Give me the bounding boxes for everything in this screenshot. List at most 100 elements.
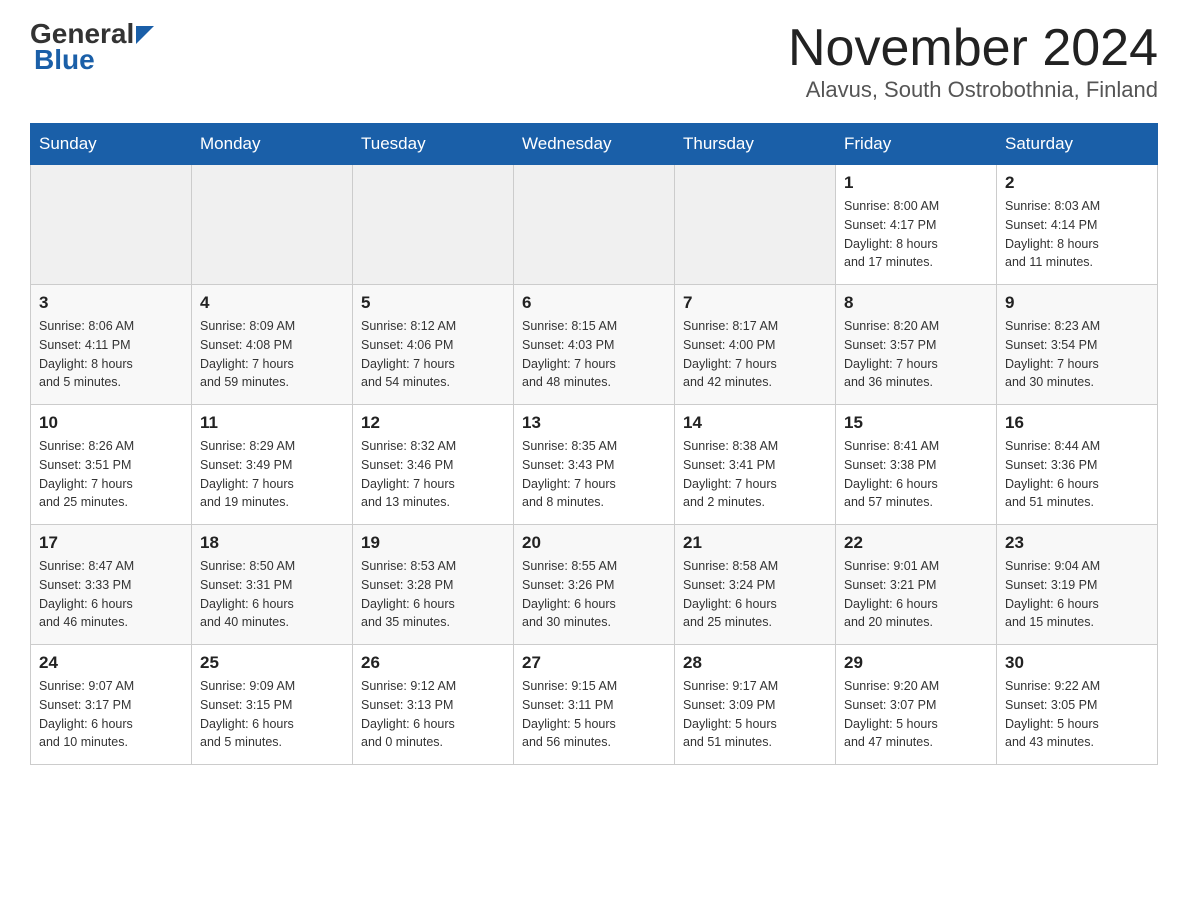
day-number: 14: [683, 413, 827, 433]
calendar-week-row: 10 Sunrise: 8:26 AM Sunset: 3:51 PM Dayli…: [31, 405, 1158, 525]
calendar-cell: 15 Sunrise: 8:41 AM Sunset: 3:38 PM Dayli…: [836, 405, 997, 525]
day-info: Sunrise: 8:38 AM Sunset: 3:41 PM Dayligh…: [683, 437, 827, 512]
day-info: Sunrise: 8:15 AM Sunset: 4:03 PM Dayligh…: [522, 317, 666, 392]
calendar-cell: 28 Sunrise: 9:17 AM Sunset: 3:09 PM Dayli…: [675, 645, 836, 765]
calendar-week-row: 1 Sunrise: 8:00 AM Sunset: 4:17 PM Daylig…: [31, 165, 1158, 285]
day-number: 1: [844, 173, 988, 193]
calendar-cell: 3 Sunrise: 8:06 AM Sunset: 4:11 PM Daylig…: [31, 285, 192, 405]
logo-blue: Blue: [34, 44, 95, 76]
calendar-cell: 26Sunrise: 9:12 AM Sunset: 3:13 PM Dayli…: [353, 645, 514, 765]
day-number: 5: [361, 293, 505, 313]
day-number: 2: [1005, 173, 1149, 193]
day-number: 10: [39, 413, 183, 433]
calendar-cell: 23 Sunrise: 9:04 AM Sunset: 3:19 PM Dayli…: [997, 525, 1158, 645]
day-info: Sunrise: 8:23 AM Sunset: 3:54 PM Dayligh…: [1005, 317, 1149, 392]
calendar-cell: [675, 165, 836, 285]
day-info: Sunrise: 8:12 AM Sunset: 4:06 PM Dayligh…: [361, 317, 505, 392]
day-number: 28: [683, 653, 827, 673]
calendar-cell: 11 Sunrise: 8:29 AM Sunset: 3:49 PM Dayli…: [192, 405, 353, 525]
day-number: 15: [844, 413, 988, 433]
calendar-cell: 22 Sunrise: 9:01 AM Sunset: 3:21 PM Dayli…: [836, 525, 997, 645]
calendar-cell: 16 Sunrise: 8:44 AM Sunset: 3:36 PM Dayli…: [997, 405, 1158, 525]
day-info: Sunrise: 9:22 AM Sunset: 3:05 PM Dayligh…: [1005, 677, 1149, 752]
calendar-cell: 1 Sunrise: 8:00 AM Sunset: 4:17 PM Daylig…: [836, 165, 997, 285]
calendar-cell: 10 Sunrise: 8:26 AM Sunset: 3:51 PM Dayli…: [31, 405, 192, 525]
calendar-cell: 2Sunrise: 8:03 AM Sunset: 4:14 PM Daylig…: [997, 165, 1158, 285]
day-info: Sunrise: 8:44 AM Sunset: 3:36 PM Dayligh…: [1005, 437, 1149, 512]
calendar-cell: [514, 165, 675, 285]
day-number: 25: [200, 653, 344, 673]
day-number: 26: [361, 653, 505, 673]
day-number: 6: [522, 293, 666, 313]
day-number: 18: [200, 533, 344, 553]
day-number: 3: [39, 293, 183, 313]
day-info: Sunrise: 8:26 AM Sunset: 3:51 PM Dayligh…: [39, 437, 183, 512]
day-number: 12: [361, 413, 505, 433]
day-info: Sunrise: 9:09 AM Sunset: 3:15 PM Dayligh…: [200, 677, 344, 752]
day-number: 20: [522, 533, 666, 553]
calendar-cell: 5 Sunrise: 8:12 AM Sunset: 4:06 PM Daylig…: [353, 285, 514, 405]
day-info: Sunrise: 8:00 AM Sunset: 4:17 PM Dayligh…: [844, 197, 988, 272]
weekday-header-thursday: Thursday: [675, 124, 836, 165]
day-number: 11: [200, 413, 344, 433]
calendar-week-row: 17Sunrise: 8:47 AM Sunset: 3:33 PM Dayli…: [31, 525, 1158, 645]
title-section: November 2024 Alavus, South Ostrobothnia…: [788, 20, 1158, 103]
page-header: General Blue November 2024 Alavus, South…: [30, 20, 1158, 103]
weekday-header-wednesday: Wednesday: [514, 124, 675, 165]
calendar-cell: [31, 165, 192, 285]
weekday-header-monday: Monday: [192, 124, 353, 165]
calendar-cell: 17Sunrise: 8:47 AM Sunset: 3:33 PM Dayli…: [31, 525, 192, 645]
calendar-cell: 9Sunrise: 8:23 AM Sunset: 3:54 PM Daylig…: [997, 285, 1158, 405]
day-number: 4: [200, 293, 344, 313]
day-number: 22: [844, 533, 988, 553]
day-info: Sunrise: 9:01 AM Sunset: 3:21 PM Dayligh…: [844, 557, 988, 632]
calendar-cell: 18Sunrise: 8:50 AM Sunset: 3:31 PM Dayli…: [192, 525, 353, 645]
calendar-week-row: 3 Sunrise: 8:06 AM Sunset: 4:11 PM Daylig…: [31, 285, 1158, 405]
day-info: Sunrise: 8:47 AM Sunset: 3:33 PM Dayligh…: [39, 557, 183, 632]
day-info: Sunrise: 8:41 AM Sunset: 3:38 PM Dayligh…: [844, 437, 988, 512]
day-info: Sunrise: 8:53 AM Sunset: 3:28 PM Dayligh…: [361, 557, 505, 632]
day-info: Sunrise: 8:35 AM Sunset: 3:43 PM Dayligh…: [522, 437, 666, 512]
calendar-cell: 27 Sunrise: 9:15 AM Sunset: 3:11 PM Dayli…: [514, 645, 675, 765]
day-info: Sunrise: 8:06 AM Sunset: 4:11 PM Dayligh…: [39, 317, 183, 392]
calendar-cell: 13 Sunrise: 8:35 AM Sunset: 3:43 PM Dayli…: [514, 405, 675, 525]
weekday-header-row: SundayMondayTuesdayWednesdayThursdayFrid…: [31, 124, 1158, 165]
calendar-cell: 7Sunrise: 8:17 AM Sunset: 4:00 PM Daylig…: [675, 285, 836, 405]
logo-triangle-icon: [136, 26, 154, 44]
day-info: Sunrise: 8:29 AM Sunset: 3:49 PM Dayligh…: [200, 437, 344, 512]
calendar-cell: [353, 165, 514, 285]
day-info: Sunrise: 9:20 AM Sunset: 3:07 PM Dayligh…: [844, 677, 988, 752]
weekday-header-tuesday: Tuesday: [353, 124, 514, 165]
day-info: Sunrise: 8:20 AM Sunset: 3:57 PM Dayligh…: [844, 317, 988, 392]
day-number: 7: [683, 293, 827, 313]
day-number: 21: [683, 533, 827, 553]
calendar-cell: 19 Sunrise: 8:53 AM Sunset: 3:28 PM Dayli…: [353, 525, 514, 645]
calendar-cell: 6 Sunrise: 8:15 AM Sunset: 4:03 PM Daylig…: [514, 285, 675, 405]
day-info: Sunrise: 9:04 AM Sunset: 3:19 PM Dayligh…: [1005, 557, 1149, 632]
day-number: 16: [1005, 413, 1149, 433]
calendar-cell: 21 Sunrise: 8:58 AM Sunset: 3:24 PM Dayli…: [675, 525, 836, 645]
day-number: 27: [522, 653, 666, 673]
calendar-cell: 25 Sunrise: 9:09 AM Sunset: 3:15 PM Dayli…: [192, 645, 353, 765]
weekday-header-saturday: Saturday: [997, 124, 1158, 165]
day-number: 19: [361, 533, 505, 553]
calendar-cell: [192, 165, 353, 285]
day-info: Sunrise: 8:32 AM Sunset: 3:46 PM Dayligh…: [361, 437, 505, 512]
day-info: Sunrise: 8:58 AM Sunset: 3:24 PM Dayligh…: [683, 557, 827, 632]
day-info: Sunrise: 9:07 AM Sunset: 3:17 PM Dayligh…: [39, 677, 183, 752]
day-info: Sunrise: 8:55 AM Sunset: 3:26 PM Dayligh…: [522, 557, 666, 632]
calendar-cell: 20 Sunrise: 8:55 AM Sunset: 3:26 PM Dayli…: [514, 525, 675, 645]
day-number: 23: [1005, 533, 1149, 553]
calendar-cell: 12 Sunrise: 8:32 AM Sunset: 3:46 PM Dayli…: [353, 405, 514, 525]
day-number: 24: [39, 653, 183, 673]
calendar-week-row: 24 Sunrise: 9:07 AM Sunset: 3:17 PM Dayli…: [31, 645, 1158, 765]
day-info: Sunrise: 9:17 AM Sunset: 3:09 PM Dayligh…: [683, 677, 827, 752]
weekday-header-friday: Friday: [836, 124, 997, 165]
logo: General Blue: [30, 20, 154, 76]
calendar-cell: 8Sunrise: 8:20 AM Sunset: 3:57 PM Daylig…: [836, 285, 997, 405]
month-title: November 2024: [788, 20, 1158, 77]
calendar-cell: 30Sunrise: 9:22 AM Sunset: 3:05 PM Dayli…: [997, 645, 1158, 765]
day-info: Sunrise: 8:09 AM Sunset: 4:08 PM Dayligh…: [200, 317, 344, 392]
day-number: 13: [522, 413, 666, 433]
day-info: Sunrise: 9:15 AM Sunset: 3:11 PM Dayligh…: [522, 677, 666, 752]
